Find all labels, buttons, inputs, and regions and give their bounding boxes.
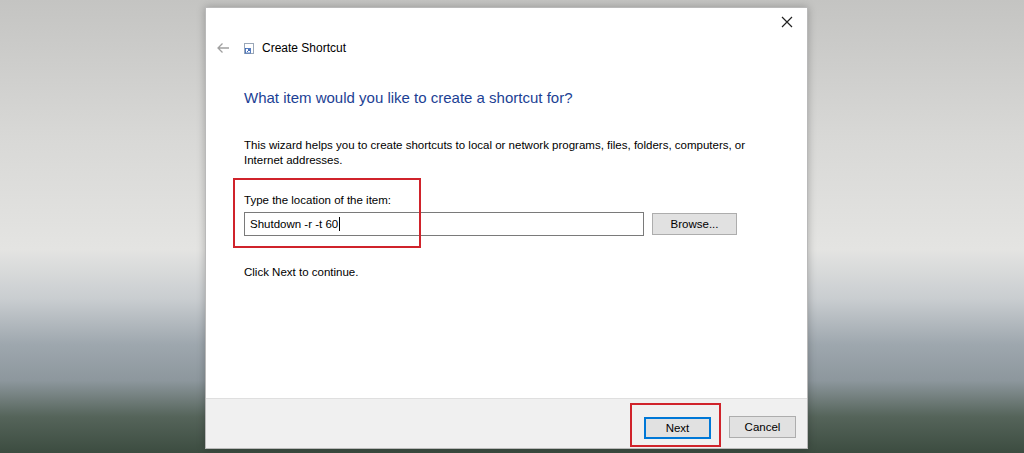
browse-button[interactable]: Browse... — [652, 213, 737, 235]
create-shortcut-dialog: Create Shortcut What item would you like … — [205, 7, 808, 449]
back-arrow-icon — [216, 42, 230, 54]
close-button[interactable] — [775, 12, 799, 32]
shortcut-icon — [244, 42, 254, 54]
highlight-box: Next — [630, 403, 721, 447]
wizard-heading: What item would you like to create a sho… — [244, 88, 777, 108]
back-button[interactable] — [213, 38, 233, 58]
cancel-button[interactable]: Cancel — [729, 416, 796, 438]
wizard-description: This wizard helps you to create shortcut… — [244, 138, 769, 168]
text-caret — [339, 217, 340, 231]
button-slot: Cancel — [729, 416, 796, 443]
close-icon — [781, 16, 793, 28]
window-title: Create Shortcut — [262, 41, 346, 55]
desktop: Create Shortcut What item would you like … — [0, 0, 1024, 453]
location-label: Type the location of the item: — [244, 193, 777, 207]
location-input[interactable]: Shutdown -r -t 60 — [244, 212, 644, 236]
button-bar: Next Cancel — [206, 398, 807, 448]
wizard-hint: Click Next to continue. — [244, 266, 777, 278]
next-button[interactable]: Next — [644, 417, 711, 439]
location-field-group: Type the location of the item: Shutdown -… — [244, 193, 777, 236]
